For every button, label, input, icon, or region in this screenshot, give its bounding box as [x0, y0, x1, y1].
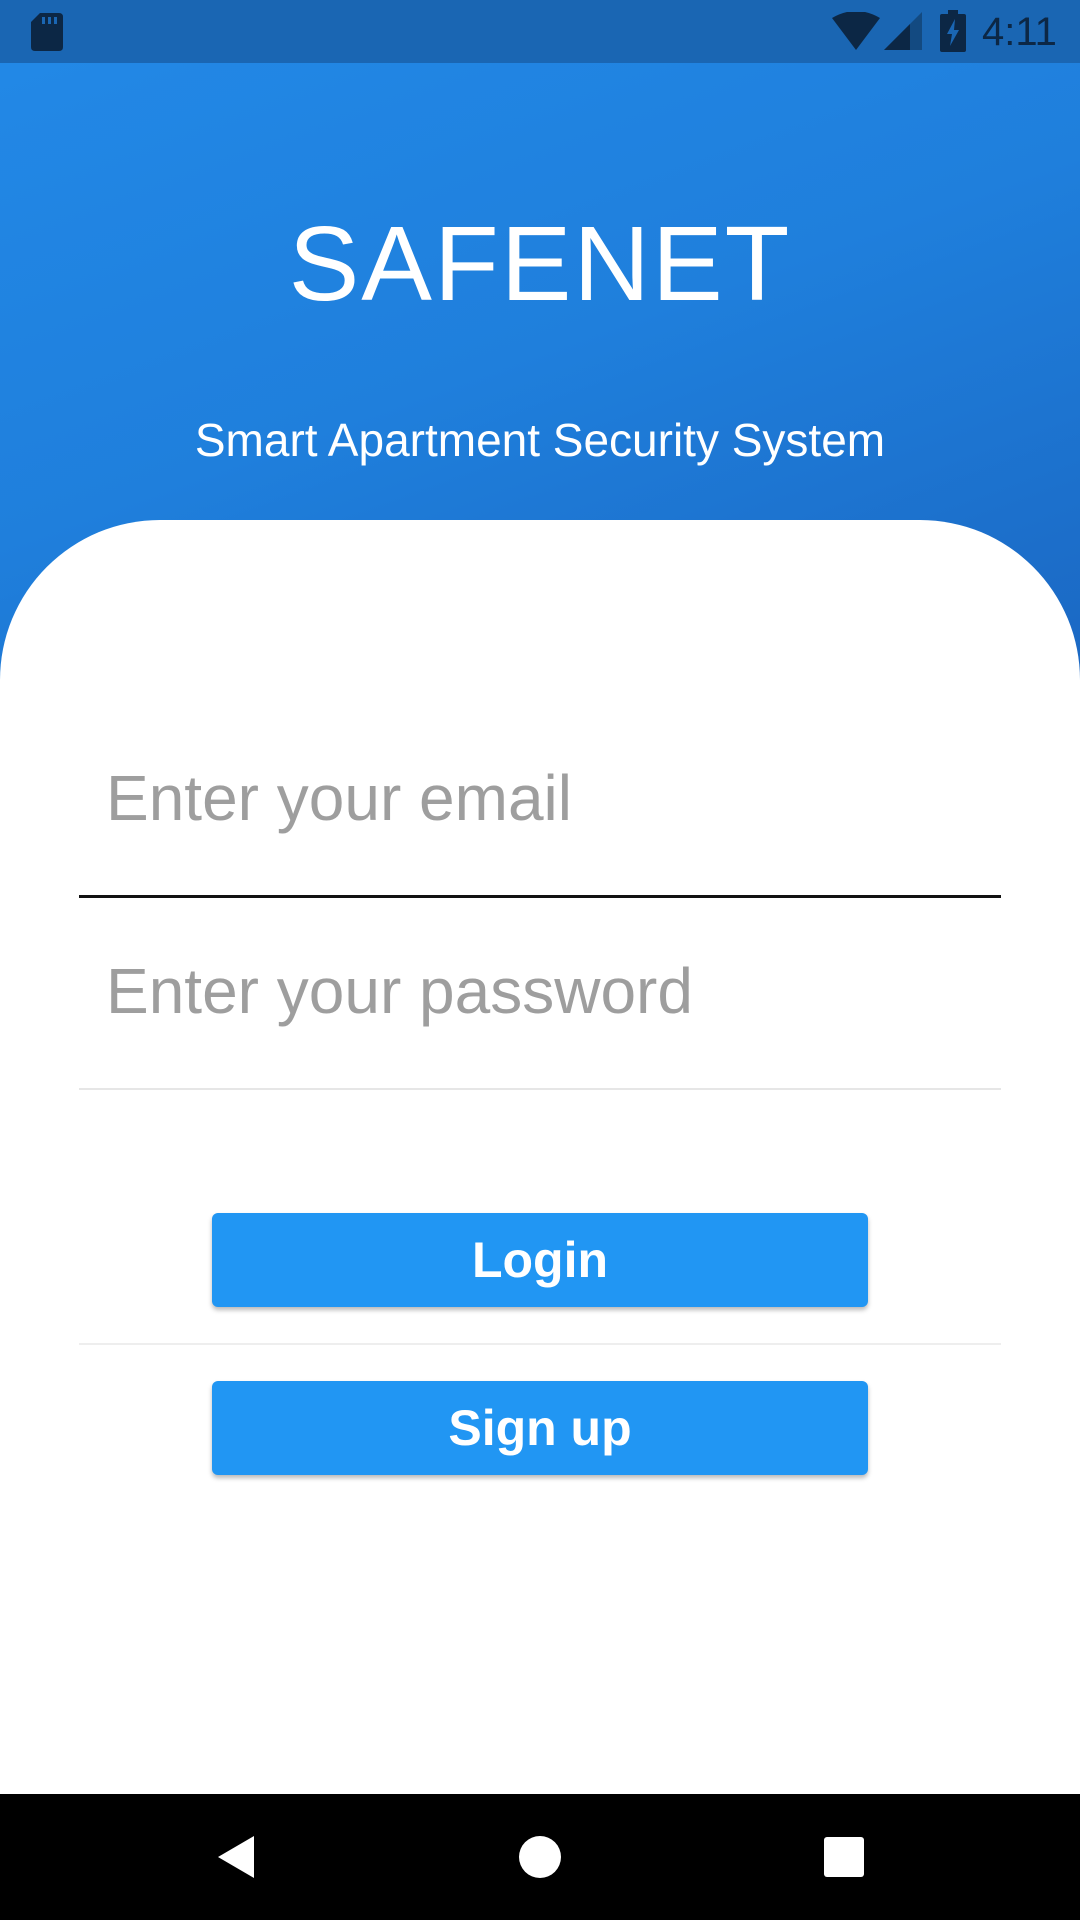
button-divider: [79, 1343, 1001, 1345]
navigation-bar: [0, 1794, 1080, 1920]
recents-icon[interactable]: [804, 1817, 884, 1897]
status-clock: 4:11: [982, 10, 1057, 54]
password-input[interactable]: [79, 918, 1001, 1063]
password-underline: [79, 1088, 1001, 1090]
app-title: SAFENET: [288, 205, 792, 323]
email-input[interactable]: [79, 723, 1001, 873]
email-underline: [79, 895, 1001, 898]
status-bar: 4:11: [0, 0, 1080, 63]
password-field-container: [79, 918, 1001, 1090]
login-button[interactable]: Login: [212, 1213, 868, 1307]
wifi-icon: [832, 12, 880, 50]
email-field-container: [79, 723, 1001, 898]
cell-signal-icon: [884, 12, 922, 50]
back-icon[interactable]: [196, 1817, 276, 1897]
battery-charging-icon: [940, 10, 966, 52]
home-icon[interactable]: [500, 1817, 580, 1897]
login-screen: 4:11 SAFENET Smart Apartment Security Sy…: [0, 0, 1080, 1920]
signup-button[interactable]: Sign up: [212, 1381, 868, 1475]
form-card: [0, 520, 1080, 1794]
app-subtitle: Smart Apartment Security System: [194, 414, 886, 466]
sd-card-icon: [31, 13, 63, 51]
